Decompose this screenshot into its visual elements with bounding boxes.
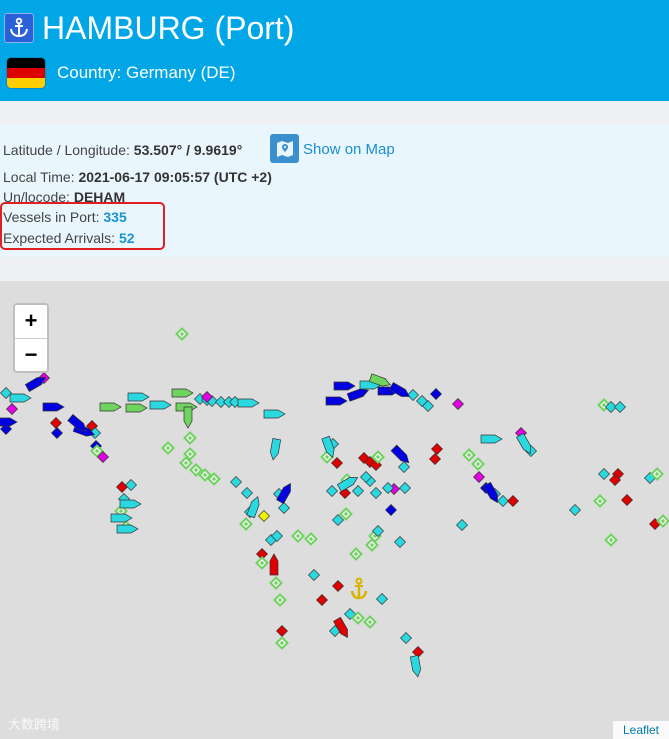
vessel-marker[interactable] — [614, 401, 626, 413]
vessel-marker[interactable] — [127, 392, 150, 402]
vessel-marker[interactable] — [230, 476, 242, 488]
vessel-marker[interactable] — [241, 487, 253, 499]
vessel-marker[interactable] — [258, 510, 270, 522]
latlon-row: Latitude / Longitude: 53.507° / 9.9619° — [3, 140, 242, 160]
page-title: HAMBURG (Port) — [42, 10, 295, 46]
vessel-marker[interactable] — [388, 382, 411, 400]
vessel-marker[interactable] — [269, 553, 279, 576]
germany-flag-icon — [7, 58, 45, 88]
vessel-marker[interactable] — [316, 594, 328, 606]
vessel-marker[interactable] — [326, 485, 338, 497]
local-time-value: 2021-06-17 09:05:57 (UTC +2) — [78, 169, 272, 185]
vessel-marker[interactable] — [473, 471, 485, 483]
vessel-marker[interactable] — [332, 580, 344, 592]
vessel-marker[interactable] — [331, 457, 343, 469]
vessel-marker[interactable] — [42, 402, 65, 412]
vessel-marker[interactable] — [407, 389, 419, 401]
vessel-marker[interactable] — [480, 434, 503, 444]
vessel-marker[interactable] — [237, 398, 260, 408]
vessel-marker[interactable] — [390, 444, 412, 466]
country-label: Country: Germany (DE) — [57, 63, 236, 82]
vessel-marker[interactable] — [278, 502, 290, 514]
local-time-label: Local Time: — [3, 169, 75, 185]
latlon-label: Latitude / Longitude: — [3, 142, 130, 158]
leaflet-attribution-link[interactable]: Leaflet — [612, 721, 669, 739]
vessel-marker[interactable] — [394, 536, 406, 548]
zoom-control: + − — [13, 303, 49, 373]
vessel-marker[interactable] — [308, 569, 320, 581]
vessel-marker[interactable] — [6, 403, 18, 415]
vessel-marker[interactable] — [385, 504, 397, 516]
vessel-marker[interactable] — [497, 495, 509, 507]
vessel-marker[interactable] — [110, 513, 133, 523]
vessel-marker[interactable] — [125, 403, 148, 413]
port-map[interactable]: + − 大数跨境 Leaflet — [0, 281, 669, 739]
watermark: 大数跨境 — [8, 717, 61, 732]
highlight-box — [0, 202, 165, 250]
vessel-marker[interactable] — [456, 519, 468, 531]
vessel-marker[interactable] — [9, 393, 32, 403]
local-time-row: Local Time: 2021-06-17 09:05:57 (UTC +2) — [3, 167, 272, 187]
vessel-marker[interactable] — [431, 443, 443, 455]
vessel-marker[interactable] — [51, 427, 63, 439]
anchor-icon[interactable] — [350, 577, 368, 600]
vessel-marker[interactable] — [598, 468, 610, 480]
latlon-value: 53.507° / 9.9619° — [133, 142, 243, 158]
zoom-out-button[interactable]: − — [15, 339, 47, 371]
vessel-marker[interactable] — [276, 625, 288, 637]
vessel-marker[interactable] — [452, 398, 464, 410]
show-on-map-link[interactable]: Show on Map — [303, 140, 395, 160]
zoom-in-button[interactable]: + — [15, 305, 47, 339]
vessel-marker[interactable] — [99, 402, 122, 412]
vessel-markers-layer — [0, 327, 669, 678]
vessel-marker[interactable] — [0, 417, 18, 427]
vessel-marker[interactable] — [116, 481, 128, 493]
vessel-marker[interactable] — [409, 655, 422, 678]
vessel-marker[interactable] — [569, 504, 581, 516]
vessel-marker[interactable] — [370, 487, 382, 499]
vessel-marker[interactable] — [183, 406, 193, 429]
vessel-marker[interactable] — [507, 495, 519, 507]
port-header: HAMBURG (Port) Country: Germany (DE) — [0, 0, 669, 101]
vessel-marker[interactable] — [149, 400, 172, 410]
vessel-marker[interactable] — [119, 499, 142, 509]
vessel-marker[interactable] — [333, 381, 356, 391]
vessel-marker[interactable] — [171, 388, 194, 398]
vessel-marker[interactable] — [429, 453, 441, 465]
vessel-marker[interactable] — [352, 485, 364, 497]
vessel-marker[interactable] — [50, 417, 62, 429]
vessel-marker[interactable] — [269, 438, 282, 461]
vessel-marker[interactable] — [325, 396, 348, 406]
vessel-marker[interactable] — [246, 495, 262, 519]
vessel-marker[interactable] — [116, 524, 139, 534]
vessel-marker[interactable] — [376, 593, 388, 605]
vessel-marker[interactable] — [399, 482, 411, 494]
anchor-icon — [4, 13, 34, 43]
vessel-marker[interactable] — [430, 388, 442, 400]
vessel-marker[interactable] — [400, 632, 412, 644]
vessel-marker[interactable] — [398, 461, 410, 473]
vessel-marker[interactable] — [621, 494, 633, 506]
vessel-marker[interactable] — [263, 409, 286, 419]
map-pin-icon[interactable] — [270, 134, 299, 163]
vessel-marker[interactable] — [125, 479, 137, 491]
